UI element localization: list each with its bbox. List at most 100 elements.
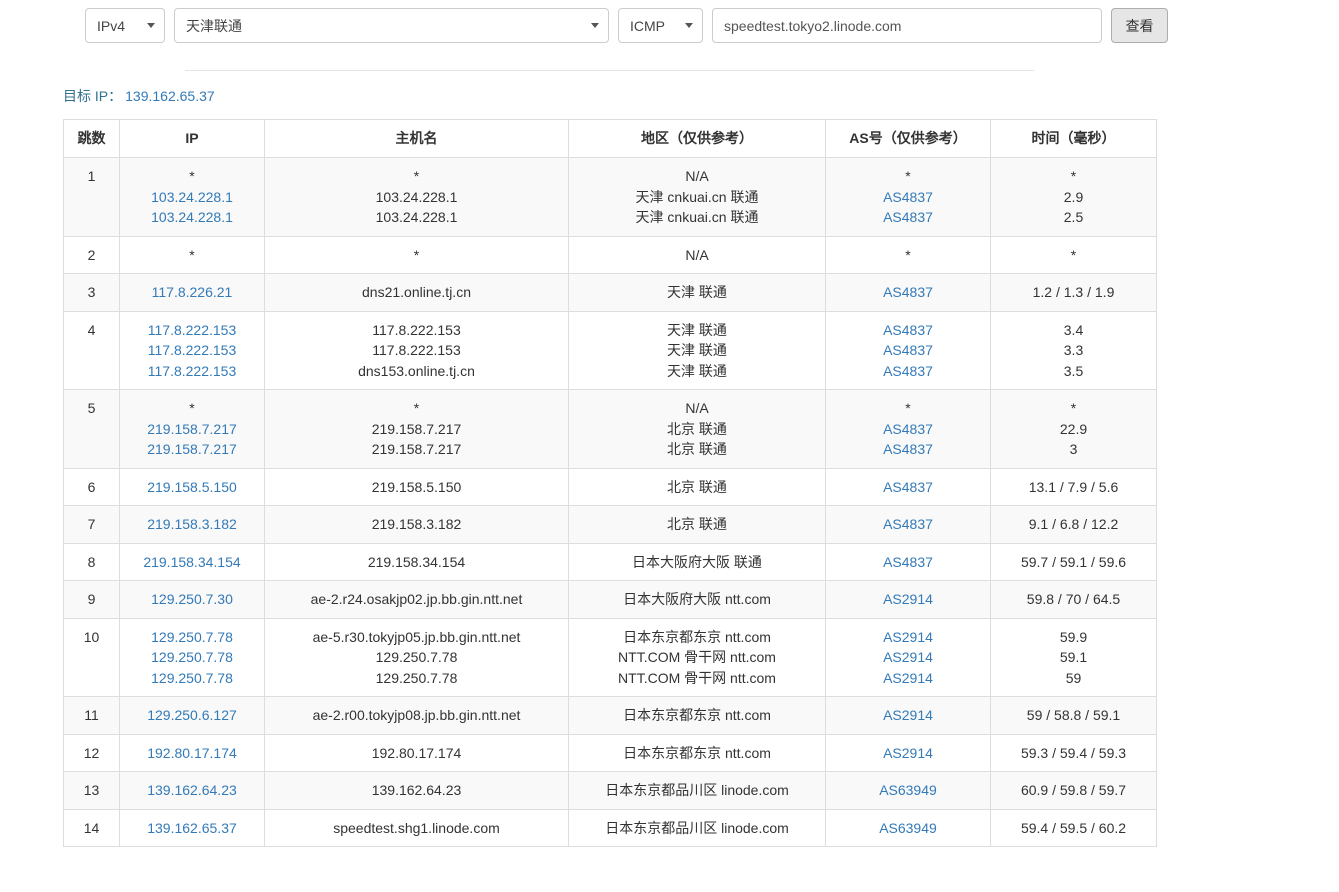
ip-cell: * 219.158.7.217 219.158.7.217: [119, 389, 265, 469]
hostname-cell-text: 129.250.7.78: [375, 649, 458, 665]
ip-link[interactable]: 139.162.64.23: [147, 782, 237, 798]
asn-cell-line: AS4837: [832, 439, 984, 460]
target-ip-link[interactable]: 139.162.65.37: [125, 88, 215, 104]
time-cell-text: 59: [1065, 669, 1082, 686]
hop-number: 14: [63, 808, 120, 847]
asn-link[interactable]: AS4837: [883, 554, 933, 570]
asn-link[interactable]: AS2914: [883, 649, 933, 665]
asn-cell-line: AS4837: [832, 514, 984, 535]
hostname-cell-text: 219.158.5.150: [371, 478, 462, 495]
protocol-select[interactable]: ICMP: [618, 8, 703, 43]
ip-link[interactable]: 129.250.7.78: [151, 649, 233, 665]
hostname-cell-text: 192.80.17.174: [371, 744, 462, 761]
asn-link[interactable]: AS2914: [883, 707, 933, 723]
ip-link[interactable]: 103.24.228.1: [151, 209, 233, 225]
region-cell-text: 天津 联通: [667, 362, 727, 379]
region-cell-text: NTT.COM 骨干网 ntt.com: [618, 649, 776, 665]
table-row: 14 139.162.65.37 speedtest.shg1.linode.com…: [63, 808, 1157, 847]
asn-link[interactable]: AS4837: [883, 189, 933, 205]
ip-link[interactable]: 219.158.5.150: [147, 479, 237, 495]
region-cell: 北京 联通: [568, 467, 826, 506]
ip-cell: 129.250.7.78 129.250.7.78 129.250.7.78: [119, 617, 265, 697]
hop-number-text: 11: [84, 707, 99, 723]
asn-link[interactable]: AS4837: [883, 209, 933, 225]
chevron-down-icon: [685, 23, 693, 28]
time-cell: 1.2 / 1.3 / 1.9: [990, 273, 1157, 312]
ip-link[interactable]: 219.158.34.154: [143, 554, 240, 570]
ip-link[interactable]: 103.24.228.1: [151, 189, 233, 205]
asn-link[interactable]: AS4837: [883, 342, 933, 358]
ip-cell: 139.162.65.37: [119, 808, 265, 847]
ip-cell: 139.162.64.23: [119, 771, 265, 810]
header-hop: 跳数: [63, 119, 120, 158]
asn-link[interactable]: AS63949: [879, 820, 937, 836]
ip-version-select[interactable]: IPv4: [85, 8, 165, 43]
ip-link[interactable]: 117.8.222.153: [148, 363, 237, 379]
asn-cell: AS4837 AS4837 AS4837: [825, 310, 991, 390]
region-cell-text: 日本东京都品川区 linode.com: [605, 782, 789, 798]
asn-link[interactable]: AS4837: [883, 363, 933, 379]
ip-cell: 117.8.222.153 117.8.222.153 117.8.222.153: [119, 310, 265, 390]
hostname-cell-text: ae-5.r30.tokyjp05.jp.bb.gin.ntt.net: [312, 628, 521, 645]
region-cell-text: N/A: [685, 168, 709, 184]
table-row: 11 129.250.6.127 ae-2.r00.tokyjp08.jp.bb.g…: [63, 696, 1157, 735]
asn-link[interactable]: AS4837: [883, 284, 933, 300]
asn-cell: * AS4837 AS4837: [825, 389, 991, 469]
time-cell: 59.4 / 59.5 / 60.2: [990, 808, 1157, 847]
hostname-cell-text: speedtest.shg1.linode.com: [333, 819, 500, 836]
ip-link[interactable]: 219.158.3.182: [147, 516, 237, 532]
region-cell-text: 北京 联通: [667, 516, 727, 532]
asn-link[interactable]: AS2914: [883, 629, 933, 645]
asn-cell-line: AS63949: [832, 780, 984, 801]
ip-link[interactable]: 139.162.65.37: [147, 820, 237, 836]
ip-link[interactable]: 117.8.226.21: [152, 284, 233, 300]
time-cell: 60.9 / 59.8 / 59.7: [990, 771, 1157, 810]
table-row: 2 * * N/A * *: [63, 235, 1157, 274]
ip-cell: 117.8.226.21: [119, 273, 265, 312]
table-row: 1 * 103.24.228.1 103.24.228.1 * 103.24.228.1 1…: [63, 157, 1157, 237]
hop-number: 10: [63, 617, 120, 697]
asn-link[interactable]: AS4837: [883, 421, 933, 437]
asn-link[interactable]: AS2914: [883, 670, 933, 686]
time-cell-text: 13.1 / 7.9 / 5.6: [1028, 478, 1119, 495]
ip-link[interactable]: 117.8.222.153: [148, 322, 237, 338]
hostname-cell-text: ae-2.r24.osakjp02.jp.bb.gin.ntt.net: [310, 591, 523, 607]
hop-number-text: 4: [87, 321, 96, 338]
region-cell: 日本东京都东京 ntt.com: [568, 696, 826, 735]
asn-link[interactable]: AS63949: [879, 782, 937, 798]
hostname-cell-text: 129.250.7.78: [375, 669, 458, 686]
ip-link[interactable]: 129.250.7.78: [151, 629, 233, 645]
target-input[interactable]: [712, 8, 1102, 43]
asn-link[interactable]: AS2914: [883, 745, 933, 761]
ip-cell: 129.250.6.127: [119, 696, 265, 735]
ip-cell-text: *: [189, 400, 195, 416]
region-cell: N/A 天津 cnkuai.cn 联通 天津 cnkuai.cn 联通: [568, 157, 826, 237]
ip-link[interactable]: 129.250.7.30: [151, 591, 233, 607]
ip-link[interactable]: 219.158.7.217: [147, 421, 237, 437]
asn-link[interactable]: AS2914: [883, 591, 933, 607]
submit-button[interactable]: 查看: [1111, 8, 1168, 43]
asn-link[interactable]: AS4837: [883, 516, 933, 532]
ip-version-value: IPv4: [97, 17, 126, 34]
ip-cell-line: 219.158.3.182: [126, 514, 258, 535]
hostname-cell-text: dns21.online.tj.cn: [362, 284, 471, 300]
region-cell: 日本东京都品川区 linode.com: [568, 771, 826, 810]
region-cell: 天津 联通 天津 联通 天津 联通: [568, 310, 826, 390]
ip-cell: 192.80.17.174: [119, 733, 265, 772]
table-row: 9 129.250.7.30 ae-2.r24.osakjp02.jp.bb.gin…: [63, 580, 1157, 619]
ip-link[interactable]: 129.250.7.78: [151, 670, 233, 686]
asn-cell-text: *: [905, 246, 911, 263]
asn-cell-line: AS4837: [832, 207, 984, 228]
region-cell-text: 天津 联通: [667, 284, 727, 300]
target-ip-label: 目标 IP：: [63, 88, 123, 104]
asn-cell-line: AS2914: [832, 589, 984, 610]
node-select[interactable]: 天津联通: [174, 8, 609, 43]
ip-link[interactable]: 129.250.6.127: [147, 707, 237, 723]
asn-link[interactable]: AS4837: [883, 479, 933, 495]
ip-link[interactable]: 192.80.17.174: [147, 745, 237, 761]
asn-cell: *: [825, 235, 991, 274]
asn-link[interactable]: AS4837: [883, 322, 933, 338]
asn-link[interactable]: AS4837: [883, 441, 933, 457]
ip-link[interactable]: 117.8.222.153: [148, 342, 237, 358]
ip-link[interactable]: 219.158.7.217: [147, 441, 237, 457]
